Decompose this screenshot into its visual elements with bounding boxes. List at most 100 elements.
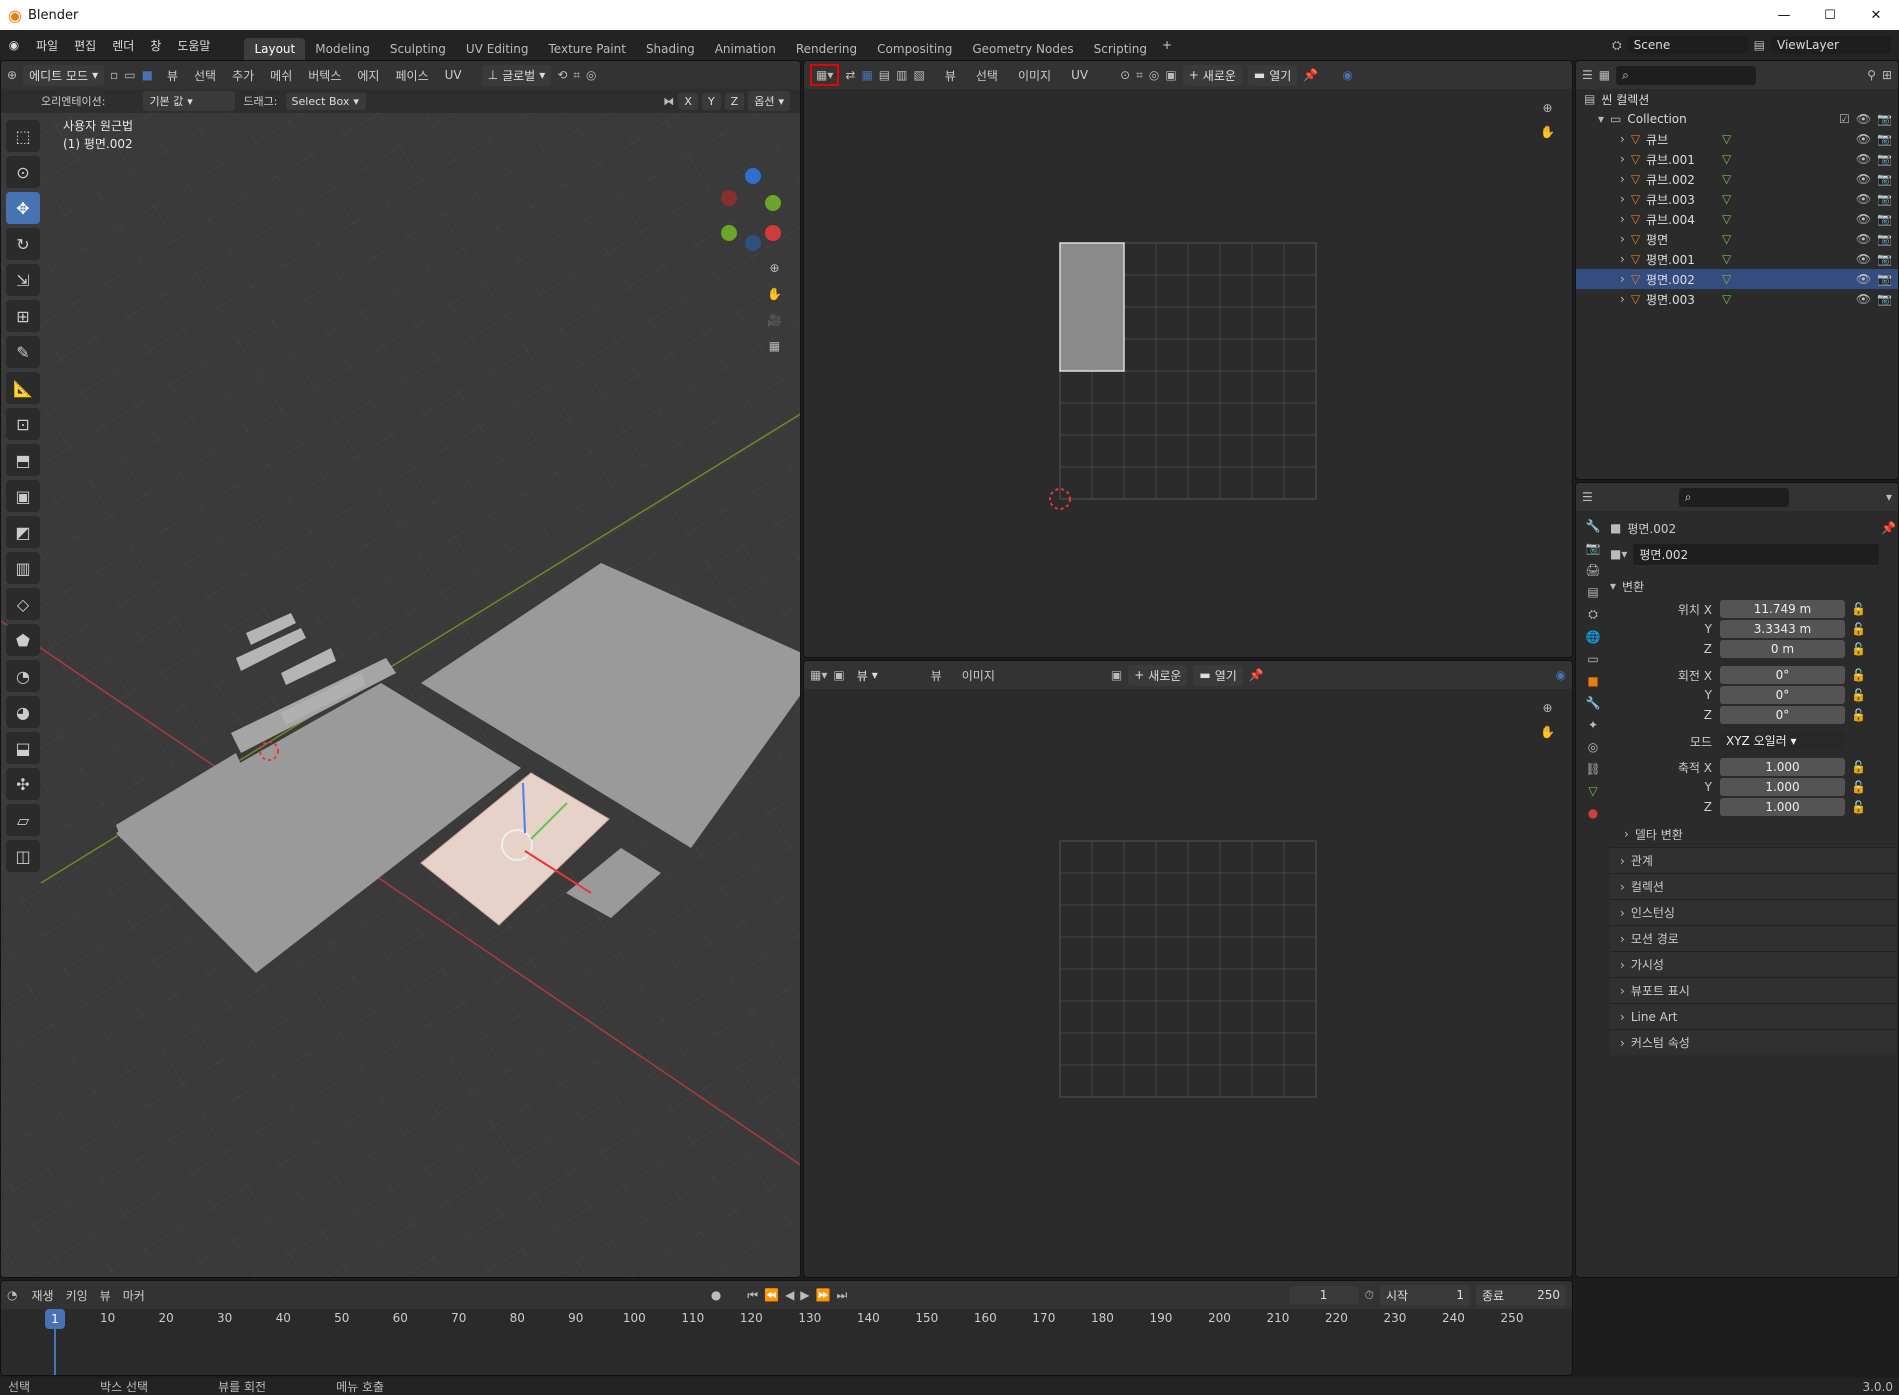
property-panel-header[interactable]: › 관계 <box>1610 847 1896 873</box>
mesh-data-icon[interactable]: ▽ <box>1722 252 1731 266</box>
select-mode-face-icon[interactable]: ■ <box>142 68 153 82</box>
next-keyframe-icon[interactable]: ⏩ <box>816 1288 831 1302</box>
scale-y-field[interactable]: 1.000 <box>1720 778 1845 796</box>
view-dropdown[interactable]: 뷰 ▾ <box>850 664 911 686</box>
physics-tab-icon[interactable]: ◎ <box>1580 740 1606 754</box>
viewport-menu-item[interactable]: 버텍스 <box>308 67 341 84</box>
spin-icon[interactable]: ◔ <box>6 660 40 692</box>
mesh-data-icon[interactable]: ▽ <box>1722 212 1731 226</box>
expand-icon[interactable]: › <box>1620 272 1625 286</box>
properties-search[interactable]: ⌕ <box>1678 487 1789 507</box>
prev-keyframe-icon[interactable]: ⏪ <box>764 1288 779 1302</box>
camera-icon[interactable]: 📷 <box>1877 152 1892 166</box>
constraints-tab-icon[interactable]: ⛓ <box>1580 762 1606 776</box>
zoom-icon[interactable]: ⊕ <box>1540 701 1555 715</box>
view-mode-icon[interactable]: ▣ <box>833 668 844 682</box>
add-cube-icon[interactable]: ⊡ <box>6 408 40 440</box>
collection-tab-icon[interactable]: ▭ <box>1580 652 1606 666</box>
play-icon[interactable]: ▶ <box>800 1288 809 1302</box>
viewport-menu-item[interactable]: 메쉬 <box>270 67 292 84</box>
lock-icon[interactable]: 🔓 <box>1851 800 1866 814</box>
uv-menu-item[interactable]: 뷰 <box>945 67 956 84</box>
image-menu-item[interactable]: 뷰 <box>931 667 942 684</box>
lock-icon[interactable]: 🔓 <box>1851 622 1866 636</box>
object-tab-icon[interactable]: ■ <box>1580 674 1606 688</box>
editor-type-icon[interactable]: ▦▾ <box>810 64 840 86</box>
menu-item[interactable]: 편집 <box>66 37 104 54</box>
workspace-tab[interactable]: Sculpting <box>380 38 456 60</box>
workspace-tab[interactable]: Animation <box>705 38 786 60</box>
playhead[interactable]: 1 <box>45 1309 65 1329</box>
eye-icon[interactable]: 👁 <box>1856 172 1871 186</box>
viewport-menu-item[interactable]: 선택 <box>194 67 216 84</box>
options-dropdown[interactable]: 옵션 ▾ <box>748 91 790 111</box>
properties-editor[interactable]: ☰ ⌕ ▾ 🔧 📷 🖨 ▤ ⛭ 🌐 ▭ ■ 🔧 ✦ ◎ ⛓ ▽ ● ■ 평면.0… <box>1575 482 1899 1278</box>
orientation-dropdown[interactable]: 기본 값 ▾ <box>143 91 236 111</box>
mesh-data-icon[interactable]: ▽ <box>1722 132 1731 146</box>
camera-icon[interactable]: 📷 <box>1877 172 1892 186</box>
viewport-3d[interactable]: ⊕ 에디트 모드 ▾ ▫ ▭ ■ 뷰 선택 추가 메쉬 버텍스 에지 페이스 UV ⊥ 글로벌… <box>0 60 801 1278</box>
pivot-icon[interactable]: ⊙ <box>1120 68 1130 82</box>
rotation-x-field[interactable]: 0° <box>1720 666 1845 684</box>
mesh-data-icon[interactable]: ▽ <box>1722 152 1731 166</box>
uv-sync-icon[interactable]: ⇄ <box>845 68 855 82</box>
object-browse-icon[interactable]: ■▾ <box>1610 547 1627 561</box>
menu-item[interactable]: 파일 <box>28 37 66 54</box>
mesh-data-icon[interactable]: ▽ <box>1722 272 1731 286</box>
timeline-menu-item[interactable]: 마커 <box>123 1287 145 1304</box>
workspace-tab[interactable]: Rendering <box>786 38 867 60</box>
uv-select-edge-icon[interactable]: ▤ <box>879 68 890 82</box>
cursor-icon[interactable]: ⊙ <box>6 156 40 188</box>
outliner-item[interactable]: › ▽ 큐브 ▽ 👁 📷 <box>1576 129 1898 149</box>
pin-icon[interactable]: 📌 <box>1881 521 1896 535</box>
mesh-data-icon[interactable]: ▽ <box>1722 172 1731 186</box>
start-frame-field[interactable]: 시작 1 <box>1380 1284 1470 1306</box>
mesh-data-icon[interactable]: ▽ <box>1722 292 1731 306</box>
zoom-icon[interactable]: ⊕ <box>1540 101 1555 115</box>
camera-icon[interactable]: 📷 <box>1877 112 1892 126</box>
scene-drawing[interactable] <box>1 113 801 1278</box>
loop-cut-icon[interactable]: ▥ <box>6 552 40 584</box>
uv-select-island-icon[interactable]: ▧ <box>913 68 924 82</box>
lock-icon[interactable]: 🔓 <box>1851 760 1866 774</box>
delta-transform-header[interactable]: › 델타 변환 <box>1610 821 1896 847</box>
expand-icon[interactable]: › <box>1620 292 1625 306</box>
open-image-button[interactable]: ▬ 열기 <box>1247 64 1298 86</box>
proportional-edit-icon[interactable]: ◎ <box>586 68 596 82</box>
lock-icon[interactable]: 🔓 <box>1851 668 1866 682</box>
rotation-z-field[interactable]: 0° <box>1720 706 1845 724</box>
outliner-item[interactable]: › ▽ 평면.003 ▽ 👁 📷 <box>1576 289 1898 309</box>
workspace-tab[interactable]: Modeling <box>305 38 380 60</box>
data-tab-icon[interactable]: ▽ <box>1580 784 1606 798</box>
workspace-tab[interactable]: UV Editing <box>456 38 539 60</box>
editor-type-icon[interactable]: ▦▾ <box>810 668 827 682</box>
editor-type-icon[interactable]: ☰ <box>1582 490 1593 504</box>
uv-menu-item[interactable]: 이미지 <box>1018 67 1051 84</box>
outliner-item[interactable]: › ▽ 평면.002 ▽ 👁 📷 <box>1576 269 1898 289</box>
zoom-icon[interactable]: ⊕ <box>767 261 782 275</box>
output-tab-icon[interactable]: 🖨 <box>1580 563 1606 577</box>
new-image-button[interactable]: + 새로운 <box>1182 64 1242 86</box>
mirror-icon[interactable]: ⧓ <box>663 95 674 108</box>
select-mode-edge-icon[interactable]: ▭ <box>124 68 135 82</box>
transform-orientation[interactable]: ⊥ 글로벌 ▾ <box>481 64 552 86</box>
inset-icon[interactable]: ▣ <box>6 480 40 512</box>
axis-y-toggle[interactable]: Y <box>701 92 721 110</box>
measure-icon[interactable]: 📐 <box>6 372 40 404</box>
camera-icon[interactable]: 📷 <box>1877 272 1892 286</box>
lock-icon[interactable]: 🔓 <box>1851 602 1866 616</box>
eye-icon[interactable]: 👁 <box>1856 272 1871 286</box>
image-canvas[interactable] <box>804 689 1573 1278</box>
poly-build-icon[interactable]: ⬟ <box>6 624 40 656</box>
jump-start-icon[interactable]: ⏮ <box>747 1288 758 1303</box>
outliner-item[interactable]: › ▽ 큐브.003 ▽ 👁 📷 <box>1576 189 1898 209</box>
open-image-button[interactable]: ▬ 열기 <box>1193 664 1243 686</box>
uv-select-vertex-icon[interactable]: ▦ <box>861 68 872 82</box>
transform-panel-header[interactable]: ▾ 변환 <box>1610 573 1896 599</box>
render-tab-icon[interactable]: 📷 <box>1580 541 1606 555</box>
shear-icon[interactable]: ▱ <box>6 804 40 836</box>
overlay-icon[interactable]: ◉ <box>1556 668 1566 682</box>
annotate-icon[interactable]: ✎ <box>6 336 40 368</box>
minimize-icon[interactable]: — <box>1761 8 1807 23</box>
scale-icon[interactable]: ⇲ <box>6 264 40 296</box>
